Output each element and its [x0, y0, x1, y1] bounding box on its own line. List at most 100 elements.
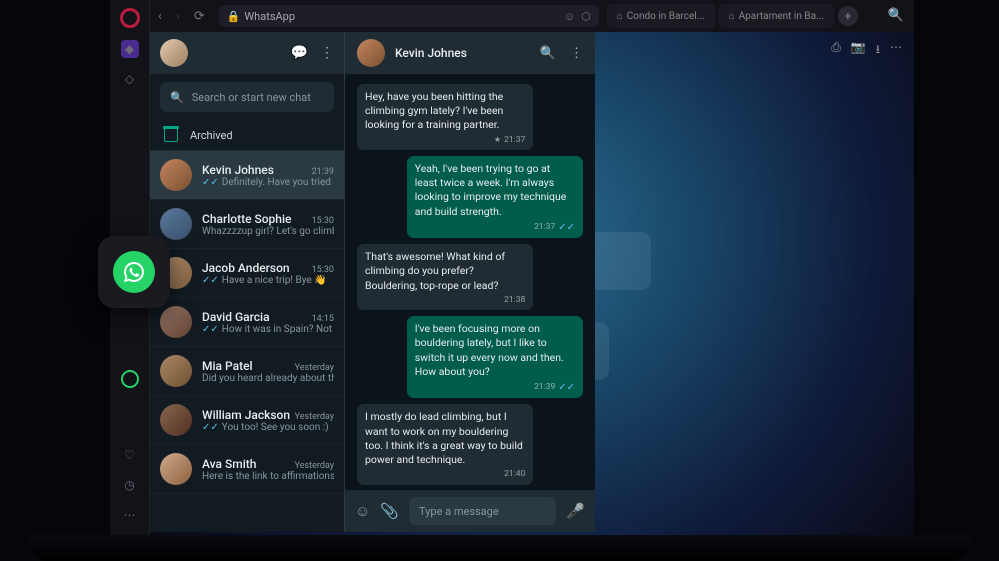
chat-time: 15:30 — [312, 216, 334, 226]
chat-contact-name: Kevin Johnes — [395, 46, 467, 60]
spotify-sidebar-icon[interactable] — [121, 370, 139, 388]
starred-icon: ★ — [494, 135, 501, 146]
snapshot-icon[interactable]: ⎙ — [831, 40, 841, 61]
chat-preview: ✓✓ Have a nice trip! Bye 👋 — [202, 275, 334, 286]
chat-name: Ava Smith — [202, 457, 256, 471]
message-time: 21:37 — [534, 222, 555, 233]
chat-time: Yesterday — [295, 461, 334, 471]
whatsapp-chat-area: Kevin Johnes 🔍 ⋮ Hey, have you been hitt… — [345, 32, 595, 532]
nav-back-icon[interactable]: ‹ — [158, 9, 168, 24]
mic-icon[interactable]: 🎤 — [566, 502, 585, 520]
chat-list-item[interactable]: Kevin Johnes 21:39 ✓✓ Definitely. Have y… — [150, 151, 344, 200]
read-ticks-icon: ✓✓ — [202, 324, 219, 335]
message-text: Hey, have you been hitting the climbing … — [365, 90, 525, 133]
input-placeholder: Type a message — [419, 505, 499, 518]
new-chat-icon[interactable]: 💬 — [291, 45, 308, 61]
menu-dots-icon[interactable]: ⋮ — [320, 45, 334, 61]
read-ticks-icon: ✓✓ — [202, 177, 219, 188]
chat-list: Kevin Johnes 21:39 ✓✓ Definitely. Have y… — [150, 151, 344, 532]
tab-label: Condo in Barcel... — [627, 11, 705, 22]
read-ticks-icon: ✓✓ — [558, 221, 575, 235]
my-avatar[interactable] — [160, 39, 188, 67]
contact-avatar — [160, 306, 192, 338]
message-incoming: That's awesome! What kind of climbing do… — [357, 244, 533, 310]
message-text: I've been focusing more on bouldering la… — [415, 322, 575, 379]
search-in-chat-icon[interactable]: 🔍 — [540, 46, 556, 61]
message-meta: 21:37 ✓✓ — [415, 221, 575, 235]
message-incoming: I mostly do lead climbing, but I want to… — [357, 404, 533, 484]
camera-icon[interactable]: 📷 — [851, 40, 866, 61]
chat-preview: ✓✓ How it was in Spain? Not too... — [202, 324, 334, 335]
nav-fwd-icon[interactable]: › — [176, 9, 186, 24]
chat-time: 15:30 — [312, 265, 334, 275]
chat-list-item[interactable]: Charlotte Sophie 15:30 Whazzzzup girl? L… — [150, 200, 344, 249]
archived-row[interactable]: Archived — [150, 120, 344, 151]
chat-header: Kevin Johnes 🔍 ⋮ — [345, 32, 595, 74]
tab-label: Apartament in Ba... — [739, 11, 824, 22]
message-time: 21:40 — [504, 469, 525, 480]
shield-icon[interactable]: ⬡ — [581, 10, 591, 23]
whatsapp-sidebar-header: 💬 ⋮ — [150, 32, 344, 74]
whatsapp-window: 💬 ⋮ 🔍 Search or start new chat Archived … — [150, 32, 595, 532]
chat-list-item[interactable]: Ava Smith Yesterday Here is the link to … — [150, 445, 344, 494]
browser-tab[interactable]: ⌂ Condo in Barcel... — [607, 4, 715, 28]
browser-topbar: ‹ › ⟳ 🔒 WhatsApp ☺ ⬡ ⌂ Condo in Barcel..… — [150, 0, 914, 32]
message-time: 21:38 — [504, 295, 525, 306]
history-icon[interactable]: ◷ — [121, 476, 139, 494]
message-outgoing: I've been focusing more on bouldering la… — [407, 316, 583, 398]
message-meta: 21:39 ✓✓ — [415, 381, 575, 395]
chat-list-item[interactable]: William Jackson Yesterday ✓✓ You too! Se… — [150, 396, 344, 445]
chat-list-item[interactable]: David Garcia 14:15 ✓✓ How it was in Spai… — [150, 298, 344, 347]
address-bar[interactable]: 🔒 WhatsApp ☺ ⬡ — [219, 5, 599, 27]
whatsapp-sidebar: 💬 ⋮ 🔍 Search or start new chat Archived … — [150, 32, 345, 532]
message-text: I mostly do lead climbing, but I want to… — [365, 410, 525, 467]
chat-name: Mia Patel — [202, 359, 253, 373]
message-input-bar: ☺ 📎 Type a message 🎤 — [345, 490, 595, 532]
settings-ellipsis-icon[interactable]: ⋯ — [121, 506, 139, 524]
home-tab-icon: ⌂ — [729, 11, 735, 22]
message-input[interactable]: Type a message — [409, 497, 556, 525]
messages-area: Hey, have you been hitting the climbing … — [345, 74, 595, 490]
emoji-icon[interactable]: ☺ — [355, 502, 370, 520]
chat-list-item[interactable]: Jacob Anderson 15:30 ✓✓ Have a nice trip… — [150, 249, 344, 298]
workspace-add-icon[interactable]: ◇ — [121, 70, 139, 88]
chat-preview: ✓✓ Definitely. Have you tried any... — [202, 177, 334, 188]
archive-icon — [164, 128, 178, 142]
reload-icon[interactable]: ⟳ — [194, 9, 211, 24]
message-incoming: Hey, have you been hitting the climbing … — [357, 84, 533, 150]
read-ticks-icon: ✓✓ — [202, 275, 219, 286]
browser-tab[interactable]: ⌂ Apartament in Ba... — [719, 4, 834, 28]
smiley-icon[interactable]: ☺ — [564, 10, 575, 23]
chat-time: Yesterday — [295, 412, 334, 422]
chat-time: 21:39 — [312, 167, 334, 177]
whatsapp-search-input[interactable]: 🔍 Search or start new chat — [160, 82, 334, 112]
chat-preview: Whazzzzup girl? Let's go climbing... — [202, 226, 334, 237]
address-title: WhatsApp — [244, 10, 295, 23]
heart-icon[interactable]: ♡ — [121, 446, 139, 464]
whatsapp-app-icon[interactable] — [98, 236, 170, 308]
download-icon[interactable]: ⭳ — [876, 40, 880, 61]
lock-icon: 🔒 — [227, 10, 241, 23]
whatsapp-logo-icon — [113, 251, 155, 293]
message-meta: 21:40 — [365, 469, 525, 480]
read-ticks-icon: ✓✓ — [202, 422, 219, 433]
workspace-icon[interactable]: ◆ — [121, 40, 139, 58]
more-icon[interactable]: ⋯ — [890, 40, 902, 61]
chat-name: William Jackson — [202, 408, 290, 422]
new-tab-button[interactable]: + — [838, 6, 858, 26]
opera-logo-icon[interactable] — [120, 8, 140, 28]
device-frame — [28, 535, 971, 561]
message-meta: 21:38 — [365, 295, 525, 306]
contact-avatar[interactable] — [357, 39, 385, 67]
chat-preview: Here is the link to affirmations: ... — [202, 471, 334, 482]
chat-list-item[interactable]: Mia Patel Yesterday Did you heard alread… — [150, 347, 344, 396]
chat-time: 14:15 — [312, 314, 334, 324]
attach-icon[interactable]: 📎 — [380, 502, 399, 520]
chat-time: Yesterday — [295, 363, 334, 373]
message-meta: ★ 21:37 — [365, 135, 525, 146]
contact-avatar — [160, 453, 192, 485]
chat-name: Kevin Johnes — [202, 163, 274, 177]
global-search-icon[interactable]: 🔍 — [888, 8, 904, 23]
chat-menu-icon[interactable]: ⋮ — [570, 46, 583, 61]
search-icon: 🔍 — [170, 91, 184, 104]
